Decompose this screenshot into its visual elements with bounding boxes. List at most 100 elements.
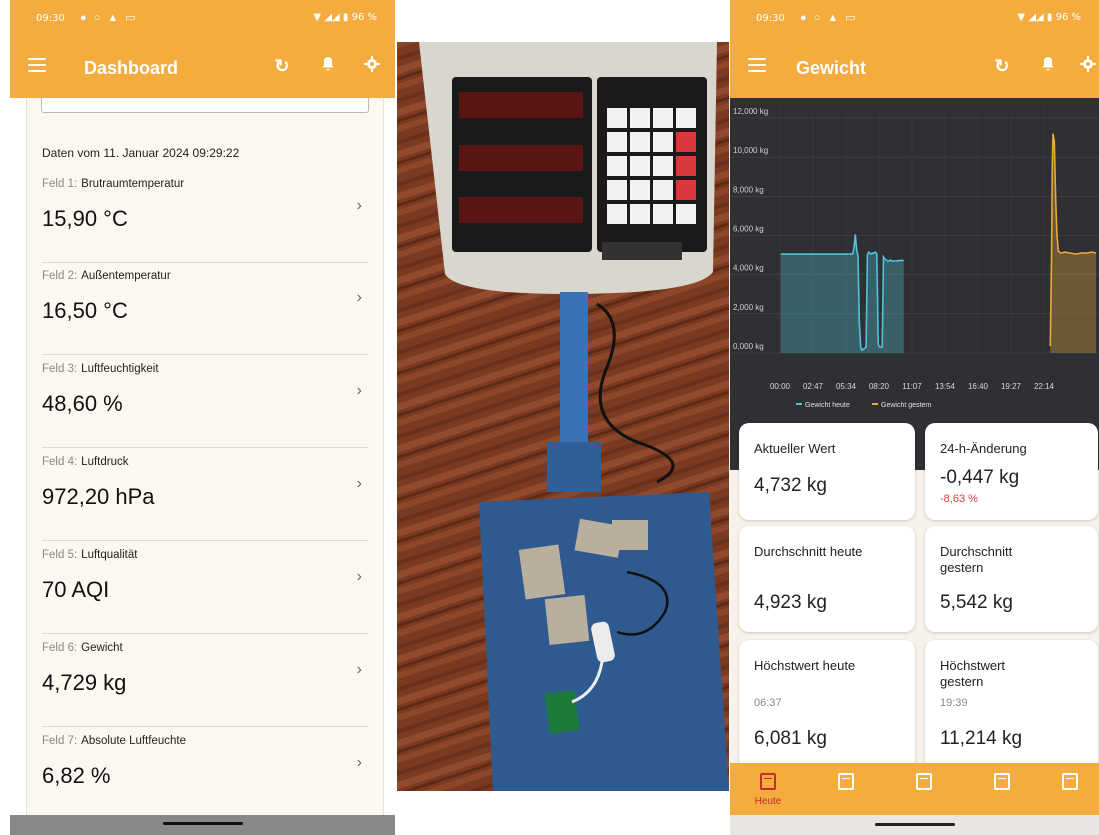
tile-24h-change[interactable]: 24-h-Änderung -0,447 kg -8,63 % [925,423,1098,520]
nav-today-label: Heute [754,796,782,807]
y-tick-label: 6,000 kg [733,225,764,234]
filter-input[interactable] [41,98,369,113]
data-timestamp: Daten vom 11. Januar 2024 09:29:22 [42,146,240,160]
tile-max-today[interactable]: Höchstwert heute 06:37 6,081 kg [739,640,915,770]
field-value: 972,20 hPa [42,484,155,509]
tile-current-value[interactable]: Aktueller Wert 4,732 kg [739,423,915,520]
legend-label-today: Gewicht heute [805,402,850,409]
app-bar: Gewicht ↻ [730,38,1099,98]
field-label: Feld 4: Luftdruck [42,456,129,468]
tile-label: 24-h-Änderung [940,441,1027,456]
status-time: 09:30 [36,13,65,24]
weight-chart: 12,000 kg 10,000 kg 8,000 kg 6,000 kg 4,000 … [730,98,1099,418]
tile-value: -0,447 kg [940,467,1020,488]
field-row-5[interactable]: Feld 5: Luftqualität 70 AQI › [42,541,368,634]
bell-icon[interactable] [318,56,338,76]
tile-time: 19:39 [940,697,968,709]
field-value: 15,90 °C [42,206,128,231]
y-tick-label: 10,000 kg [733,146,768,155]
field-value: 6,82 % [42,763,111,788]
dashboard-content: Daten vom 11. Januar 2024 09:29:22 Feld … [26,98,384,835]
calendar-icon [1062,773,1078,790]
tile-max-yesterday[interactable]: Höchstwert gestern 19:39 11,214 kg [925,640,1098,770]
tile-label: Aktueller Wert [754,441,836,456]
wifi-icon: ▼ [1017,12,1026,23]
legend-label-yesterday: Gewicht gestern [881,402,932,409]
field-row-2[interactable]: Feld 2: Außentemperatur 16,50 °C › [42,262,368,355]
y-tick-label: 4,000 kg [733,264,764,273]
system-status: ▼ ◢◢ ▮ 96 % [313,12,377,23]
chevron-right-icon: › [356,568,362,585]
menu-icon[interactable] [28,58,46,72]
battery-icon: ▮ [1046,12,1053,23]
chevron-right-icon: › [356,382,362,399]
dashboard-screen: 09:30 ● ○ ▲ ▭ ▼ ◢◢ ▮ 96 % Dashboard ↻ Da… [10,0,395,835]
page-title: Dashboard [84,58,179,78]
tile-label: Höchstwert gestern [940,658,1006,689]
field-value: 16,50 °C [42,298,128,323]
page-title: Gewicht [796,58,867,78]
calendar-icon [994,773,1010,790]
y-tick-label: 2,000 kg [733,303,764,312]
nav-today[interactable]: Heute [748,773,788,807]
field-label: Feld 2: Außentemperatur [42,270,171,282]
tile-value: 11,214 kg [940,728,1023,749]
x-tick-label: 11:07 [902,382,922,391]
signal-icon: ◢◢ [1028,12,1044,23]
system-nav-bar [10,815,395,835]
refresh-icon[interactable]: ↻ [992,56,1012,76]
y-tick-label: 12,000 kg [733,107,768,116]
status-bar: 09:30 ● ○ ▲ ▭ ▼ ◢◢ ▮ 96 % [10,0,395,38]
field-row-6[interactable]: Feld 6: Gewicht 4,729 kg › [42,634,368,727]
menu-icon[interactable] [748,58,766,72]
scale-photo [397,42,729,791]
tile-avg-today[interactable]: Durchschnitt heute 4,923 kg [739,526,915,632]
tile-label: Durchschnitt gestern [940,544,1013,575]
gear-icon[interactable] [1078,56,1098,76]
nav-3-days[interactable] [826,773,866,795]
x-tick-label: 16:40 [968,382,989,391]
notification-icons: ● ○ ▲ ▭ [80,12,138,24]
nav-30-days[interactable] [982,773,1022,795]
field-value: 4,729 kg [42,670,127,695]
field-value: 70 AQI [42,577,110,602]
nav-range[interactable] [1050,773,1090,795]
signal-icon: ◢◢ [324,12,340,23]
tile-label: Höchstwert heute [754,658,856,673]
gear-icon[interactable] [362,56,382,76]
x-tick-label: 02:47 [803,382,824,391]
field-row-7[interactable]: Feld 7: Absolute Luftfeuchte 6,82 % › [42,727,368,819]
x-tick-label: 05:34 [836,382,857,391]
x-tick-label: 00:00 [770,382,791,391]
x-tick-label: 19:27 [1001,382,1022,391]
field-row-4[interactable]: Feld 4: Luftdruck 972,20 hPa › [42,448,368,541]
field-row-1[interactable]: Feld 1: Brutraumtemperatur 15,90 °C › [42,170,368,263]
calendar-icon [838,773,854,790]
calendar-icon [760,773,776,790]
system-status: ▼ ◢◢ ▮ 96 % [1017,12,1081,23]
battery-level: 96 % [1055,12,1081,23]
tile-percent: -8,63 % [940,493,978,505]
calendar-icon [916,773,932,790]
legend-swatch-yesterday [872,403,878,405]
battery-icon: ▮ [342,12,349,23]
field-row-3[interactable]: Feld 3: Luftfeuchtigkeit 48,60 % › [42,355,368,448]
chevron-right-icon: › [356,661,362,678]
notification-icons: ● ○ ▲ ▭ [800,12,858,24]
home-handle[interactable] [162,822,243,825]
y-tick-label: 8,000 kg [733,185,764,194]
x-tick-label: 13:54 [935,382,956,391]
tile-avg-yesterday[interactable]: Durchschnitt gestern 5,542 kg [925,526,1098,632]
field-label: Feld 3: Luftfeuchtigkeit [42,363,159,375]
bell-icon[interactable] [1038,56,1058,76]
x-tick-label: 22:14 [1034,382,1055,391]
legend-swatch-today [796,403,802,405]
tile-value: 6,081 kg [754,728,827,749]
nav-7-days[interactable] [904,773,944,795]
tile-value: 4,732 kg [754,475,827,496]
scale-photo-drawing [397,42,729,791]
chevron-right-icon: › [356,289,362,306]
refresh-icon[interactable]: ↻ [272,56,292,76]
home-handle[interactable] [874,823,955,826]
field-label: Feld 7: Absolute Luftfeuchte [42,735,187,747]
